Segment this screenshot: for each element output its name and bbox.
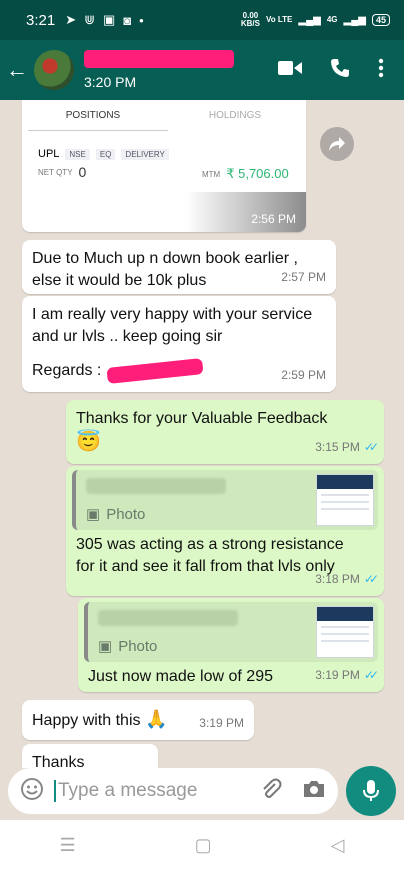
emoji-icon[interactable] bbox=[20, 777, 44, 806]
position-row: UPL NSE EQ DELIVERY bbox=[38, 148, 169, 160]
dot-icon: • bbox=[139, 12, 144, 28]
video-call-icon[interactable] bbox=[278, 59, 302, 82]
forward-icon[interactable] bbox=[320, 127, 354, 161]
input-placeholder: Type a message bbox=[58, 780, 198, 801]
quoted-thumbnail bbox=[316, 474, 374, 526]
tag-exchange: NSE bbox=[65, 148, 90, 160]
system-nav-bar: ☰ ▢ ◁ bbox=[0, 820, 404, 870]
tab-positions: POSITIONS bbox=[65, 109, 121, 121]
telegram-icon: ➤ bbox=[65, 12, 77, 27]
message-time: 2:56 PM bbox=[251, 212, 296, 226]
quoted-message[interactable]: ▣ Photo bbox=[84, 602, 378, 662]
tab-underline bbox=[28, 130, 168, 131]
signal-icon: ▂▄▆ bbox=[298, 14, 321, 26]
status-time: 3:21 bbox=[26, 11, 56, 29]
read-ticks-icon: ✓✓ bbox=[363, 572, 379, 586]
read-ticks-icon: ✓✓ bbox=[363, 668, 379, 682]
message-icon: ▣ bbox=[103, 12, 116, 27]
message-outgoing-reply[interactable]: ▣ Photo Just now made low of 295 3:19 PM… bbox=[78, 598, 384, 692]
composer: Type a message bbox=[0, 766, 404, 820]
message-incoming[interactable]: Due to Much up n down book earlier , els… bbox=[22, 240, 336, 294]
app-icon: ⋓ bbox=[84, 12, 96, 27]
network-type-label: 4G bbox=[326, 15, 338, 24]
status-right: 0.00 KB/S Vo LTE ▂▄▆ 4G ▂▄▆ 45 bbox=[241, 12, 390, 28]
message-meta: 2:57 PM bbox=[281, 266, 326, 288]
camera-icon[interactable] bbox=[302, 779, 326, 804]
message-time: 3:19 PM bbox=[199, 716, 244, 730]
net-qty-row: NET QTY 0 bbox=[38, 164, 86, 180]
tag-product: DELIVERY bbox=[121, 148, 169, 160]
message-outgoing-reply[interactable]: ▣ Photo 305 was acting as a strong resis… bbox=[66, 466, 384, 596]
recents-nav-icon[interactable]: ☰ bbox=[60, 835, 76, 856]
image-tabs: POSITIONS HOLDINGS bbox=[22, 100, 306, 130]
quoted-message[interactable]: ▣ Photo bbox=[72, 470, 378, 530]
message-meta: 3:19 PM ✓✓ bbox=[315, 664, 379, 686]
quoted-thumbnail bbox=[316, 606, 374, 658]
mtm-value: ₹ 5,706.00 bbox=[226, 166, 289, 181]
input-actions bbox=[260, 778, 338, 805]
camera-app-icon: ◙ bbox=[123, 12, 132, 28]
message-emoji: 🙏 bbox=[144, 709, 168, 729]
text-cursor bbox=[54, 780, 56, 802]
message-text: Due to Much up n down book earlier , els… bbox=[32, 250, 298, 289]
signal-icon-2: ▂▄▆ bbox=[343, 14, 366, 26]
message-time: 3:19 PM bbox=[315, 668, 360, 682]
attach-icon[interactable] bbox=[260, 778, 282, 805]
symbol: UPL bbox=[38, 148, 60, 160]
quoted-sender-redacted bbox=[98, 610, 238, 626]
net-speed: 0.00 KB/S bbox=[240, 11, 260, 28]
avatar[interactable] bbox=[34, 50, 74, 90]
message-meta: 3:19 PM bbox=[199, 712, 244, 734]
chat-header: ← 3:20 PM bbox=[0, 40, 404, 100]
message-text: Thanks bbox=[32, 754, 85, 768]
message-time: 3:18 PM bbox=[315, 572, 360, 586]
chat-area[interactable]: POSITIONS HOLDINGS UPL NSE EQ DELIVERY N… bbox=[0, 100, 404, 768]
mtm-label: MTM bbox=[202, 169, 221, 179]
tag-segment: EQ bbox=[95, 148, 116, 160]
mtm-row: MTM ₹ 5,706.00 bbox=[202, 166, 289, 182]
contact-name-redacted bbox=[84, 50, 234, 68]
message-outgoing[interactable]: Thanks for your Valuable Feedback 😇 3:15… bbox=[66, 400, 384, 464]
more-options-icon[interactable] bbox=[378, 58, 384, 83]
last-seen: 3:20 PM bbox=[84, 74, 137, 90]
net-qty-label: NET QTY bbox=[38, 167, 73, 177]
redacted-name bbox=[106, 358, 204, 384]
mic-button[interactable] bbox=[346, 766, 396, 816]
message-time: 2:59 PM bbox=[281, 368, 326, 382]
tab-holdings: HOLDINGS bbox=[208, 109, 262, 121]
volte-label: Vo LTE bbox=[266, 15, 293, 24]
message-incoming[interactable]: Thanks bbox=[22, 744, 158, 768]
quoted-sender-redacted bbox=[86, 478, 226, 494]
message-text: Thanks for your Valuable Feedback bbox=[76, 410, 328, 427]
image-message[interactable]: POSITIONS HOLDINGS UPL NSE EQ DELIVERY N… bbox=[22, 100, 306, 232]
contact-info[interactable]: 3:20 PM bbox=[84, 50, 234, 90]
message-time: 3:15 PM bbox=[315, 440, 360, 454]
message-meta: 3:15 PM ✓✓ bbox=[315, 436, 379, 458]
message-text: Happy with this bbox=[32, 712, 141, 729]
message-text: I am really very happy with your service… bbox=[32, 306, 313, 345]
message-input[interactable]: Type a message bbox=[8, 768, 338, 814]
status-notification-icons: ➤ ⋓ ▣ ◙ • bbox=[65, 12, 144, 28]
regards-label: Regards : bbox=[32, 362, 102, 379]
header-actions bbox=[278, 58, 404, 83]
back-arrow-icon[interactable]: ← bbox=[0, 57, 34, 83]
status-bar: 3:21 ➤ ⋓ ▣ ◙ • 0.00 KB/S Vo LTE ▂▄▆ 4G ▂… bbox=[0, 0, 404, 40]
message-meta: 2:59 PM bbox=[281, 364, 326, 386]
message-meta: 3:18 PM ✓✓ bbox=[315, 568, 379, 590]
photo-icon: ▣ bbox=[86, 506, 101, 523]
battery-indicator: 45 bbox=[371, 14, 390, 26]
net-qty-value: 0 bbox=[78, 164, 87, 180]
home-nav-icon[interactable]: ▢ bbox=[195, 835, 212, 856]
mic-icon bbox=[363, 780, 379, 801]
message-time: 2:57 PM bbox=[281, 270, 326, 284]
message-incoming[interactable]: I am really very happy with your service… bbox=[22, 296, 336, 392]
back-nav-icon[interactable]: ◁ bbox=[331, 835, 345, 856]
read-ticks-icon: ✓✓ bbox=[363, 440, 379, 454]
message-incoming[interactable]: Happy with this 🙏 3:19 PM bbox=[22, 700, 254, 740]
photo-icon: ▣ bbox=[98, 638, 113, 655]
voice-call-icon[interactable] bbox=[330, 58, 350, 83]
